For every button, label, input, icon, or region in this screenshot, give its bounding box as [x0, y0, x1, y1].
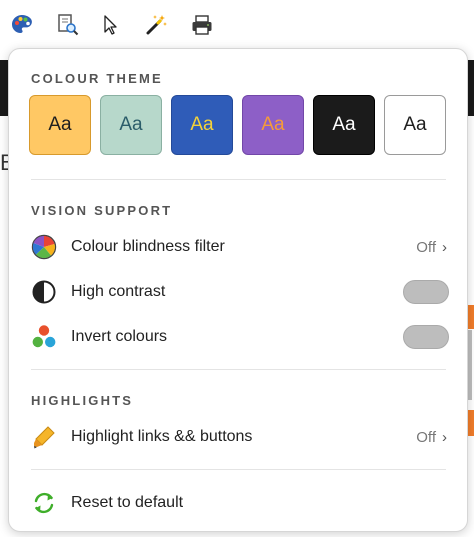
section-divider — [31, 369, 446, 370]
cursor-icon — [104, 15, 117, 35]
colour-blindness-filter-label: Colour blindness filter — [71, 238, 225, 255]
palette-icon — [12, 15, 32, 33]
invert-colours-row: Invert colours — [31, 320, 449, 354]
highlight-links-row[interactable]: Highlight links && buttons Off › — [31, 420, 447, 454]
colour-wheel-icon — [31, 234, 57, 260]
swatch-label: Aa — [403, 114, 427, 135]
colour-blindness-filter-value: Off — [416, 238, 436, 256]
reset-to-default-button[interactable]: Reset to default — [31, 486, 447, 520]
section-divider — [31, 469, 446, 470]
highlight-links-label: Highlight links && buttons — [71, 428, 253, 445]
swatch-label: Aa — [119, 114, 143, 135]
reset-to-default-label: Reset to default — [71, 494, 184, 511]
high-contrast-row: High contrast — [31, 275, 449, 309]
invert-colours-label: Invert colours — [71, 328, 168, 345]
colour-blindness-filter-row[interactable]: Colour blindness filter Off › — [31, 230, 447, 264]
toolbar — [0, 0, 474, 50]
contrast-icon — [31, 279, 57, 305]
chevron-right-icon: › — [442, 428, 447, 446]
theme-swatch-yellow[interactable]: Aa — [29, 95, 91, 155]
swatch-label: Aa — [190, 114, 214, 135]
swatch-label: Aa — [48, 114, 72, 135]
colour-dots-icon — [31, 324, 57, 350]
colour-theme-heading: COLOUR THEME — [31, 71, 163, 86]
theme-swatch-mint[interactable]: Aa — [100, 95, 162, 155]
magic-wand-button[interactable] — [143, 12, 169, 38]
highlighter-icon — [31, 424, 57, 450]
print-button[interactable] — [189, 12, 215, 38]
theme-swatch-purple[interactable]: Aa — [242, 95, 304, 155]
cursor-button[interactable] — [97, 12, 123, 38]
accessibility-panel: COLOUR THEME Aa Aa Aa Aa Aa Aa VISION SU… — [8, 48, 468, 532]
theme-swatch-black[interactable]: Aa — [313, 95, 375, 155]
palette-button[interactable] — [9, 12, 35, 38]
highlights-heading: HIGHLIGHTS — [31, 393, 134, 408]
colour-theme-swatches: Aa Aa Aa Aa Aa Aa — [29, 95, 449, 157]
swatch-label: Aa — [332, 114, 356, 135]
document-search-icon — [58, 14, 79, 36]
document-search-button[interactable] — [55, 12, 81, 38]
reset-icon — [31, 490, 57, 516]
theme-swatch-blue[interactable]: Aa — [171, 95, 233, 155]
vision-support-heading: VISION SUPPORT — [31, 203, 173, 218]
invert-colours-toggle[interactable] — [403, 325, 449, 349]
highlight-links-value: Off — [416, 428, 436, 446]
high-contrast-toggle[interactable] — [403, 280, 449, 304]
swatch-label: Aa — [261, 114, 285, 135]
section-divider — [31, 179, 446, 180]
printer-icon — [192, 15, 212, 35]
high-contrast-label: High contrast — [71, 283, 166, 300]
theme-swatch-white[interactable]: Aa — [384, 95, 446, 155]
chevron-right-icon: › — [442, 238, 447, 256]
magic-wand-icon — [146, 15, 167, 35]
